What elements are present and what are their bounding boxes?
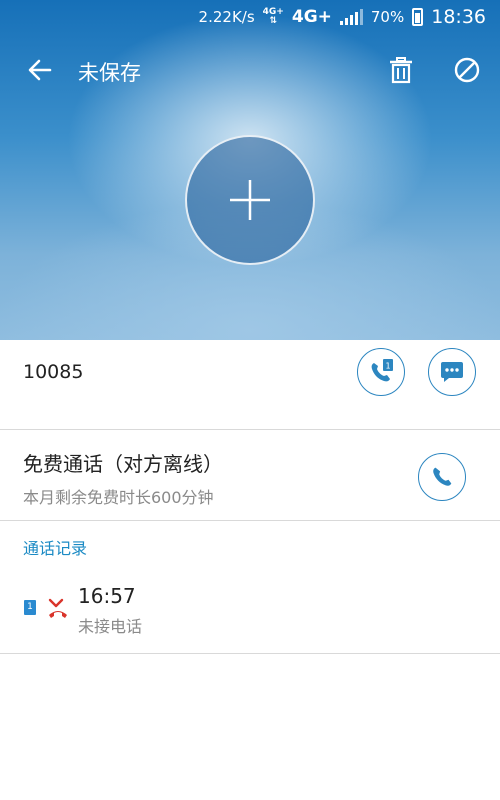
page-title: 未保存 xyxy=(78,61,141,85)
phone-icon xyxy=(433,467,452,486)
missed-call-icon xyxy=(48,598,67,618)
back-button[interactable] xyxy=(24,54,56,86)
call-time: 16:57 xyxy=(78,584,136,608)
block-button[interactable] xyxy=(452,54,482,86)
status-bar: 2.22K/s 4G+ ⇅ 4G+ 70% 18:36 xyxy=(0,0,500,34)
add-photo-button[interactable] xyxy=(185,135,315,265)
message-button[interactable] xyxy=(428,348,476,396)
plus-icon xyxy=(230,180,270,220)
network-indicator-small: 4G+ ⇅ xyxy=(263,8,284,26)
call-status: 未接电话 xyxy=(78,617,143,636)
call-sim1-button[interactable]: 1 xyxy=(357,348,405,396)
battery-icon xyxy=(412,8,424,26)
arrow-left-icon xyxy=(28,59,52,81)
network-type: 4G+ xyxy=(291,7,332,27)
delete-button[interactable] xyxy=(386,54,416,86)
data-arrows-icon: ⇅ xyxy=(269,16,278,26)
phone-number[interactable]: 10085 xyxy=(23,361,83,383)
divider xyxy=(0,520,500,521)
divider xyxy=(0,429,500,430)
contact-header: 2.22K/s 4G+ ⇅ 4G+ 70% 18:36 未保存 xyxy=(0,0,500,340)
signal-icon xyxy=(339,9,363,25)
free-call-button[interactable] xyxy=(418,453,466,501)
divider xyxy=(0,653,500,654)
call-log-header: 通话记录 xyxy=(23,539,88,558)
message-icon xyxy=(441,362,463,382)
sim-badge: 1 xyxy=(24,600,36,615)
block-icon xyxy=(454,57,480,83)
call-log-entry[interactable]: 1 16:57 未接电话 xyxy=(0,575,500,645)
network-speed: 2.22K/s xyxy=(198,8,255,26)
toolbar: 未保存 xyxy=(0,48,500,92)
phone-sim-icon: 1 xyxy=(371,359,393,382)
free-call-title[interactable]: 免费通话（对方离线） xyxy=(23,448,223,477)
free-call-subtitle: 本月剩余免费时长600分钟 xyxy=(23,488,214,507)
trash-icon xyxy=(390,57,412,84)
clock: 18:36 xyxy=(431,6,486,28)
battery-level: 70% xyxy=(370,8,405,26)
sim-number-label: 1 xyxy=(385,362,390,371)
